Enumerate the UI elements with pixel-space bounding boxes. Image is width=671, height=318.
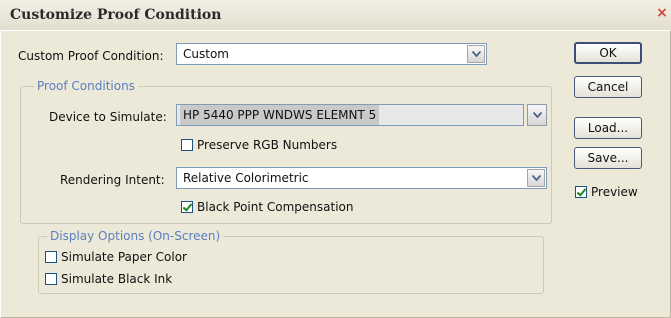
close-icon[interactable]: × [655, 4, 669, 22]
black-point-compensation-checkbox[interactable] [181, 201, 193, 213]
device-dropdown-button[interactable] [527, 104, 547, 126]
chevron-down-icon[interactable] [527, 169, 545, 187]
preserve-rgb-label: Preserve RGB Numbers [197, 138, 338, 152]
chevron-down-icon[interactable] [467, 45, 485, 63]
device-to-simulate-select[interactable]: HP 5440 PPP WNDWS ELEMNT 5 [176, 104, 524, 126]
simulate-paper-color-checkbox[interactable] [45, 251, 57, 263]
preview-label: Preview [591, 185, 638, 199]
preview-checkbox[interactable] [575, 186, 587, 198]
black-point-compensation-label: Black Point Compensation [197, 200, 354, 214]
simulate-black-ink-label: Simulate Black Ink [61, 272, 173, 286]
cancel-button[interactable]: Cancel [574, 76, 642, 98]
device-to-simulate-value: HP 5440 PPP WNDWS ELEMNT 5 [180, 105, 380, 125]
title-bar: Customize Proof Condition × [0, 0, 671, 31]
display-options-legend: Display Options (On-Screen) [47, 229, 224, 243]
save-button[interactable]: Save... [574, 147, 642, 169]
preserve-rgb-checkbox[interactable] [181, 139, 193, 151]
simulate-black-ink-checkbox[interactable] [45, 273, 57, 285]
simulate-paper-color-label: Simulate Paper Color [61, 250, 187, 264]
chevron-down-icon [532, 112, 542, 118]
window-title: Customize Proof Condition [10, 7, 222, 23]
custom-proof-condition-value: Custom [183, 47, 229, 61]
rendering-intent-label: Rendering Intent: [60, 173, 165, 187]
rendering-intent-select[interactable]: Relative Colorimetric [176, 167, 547, 189]
custom-proof-condition-select[interactable]: Custom [176, 43, 487, 65]
device-to-simulate-label: Device to Simulate: [49, 110, 167, 124]
custom-proof-condition-label: Custom Proof Condition: [18, 49, 164, 63]
load-button[interactable]: Load... [574, 117, 642, 139]
rendering-intent-value: Relative Colorimetric [183, 171, 309, 185]
proof-conditions-legend: Proof Conditions [34, 79, 138, 93]
ok-button[interactable]: OK [574, 42, 642, 64]
